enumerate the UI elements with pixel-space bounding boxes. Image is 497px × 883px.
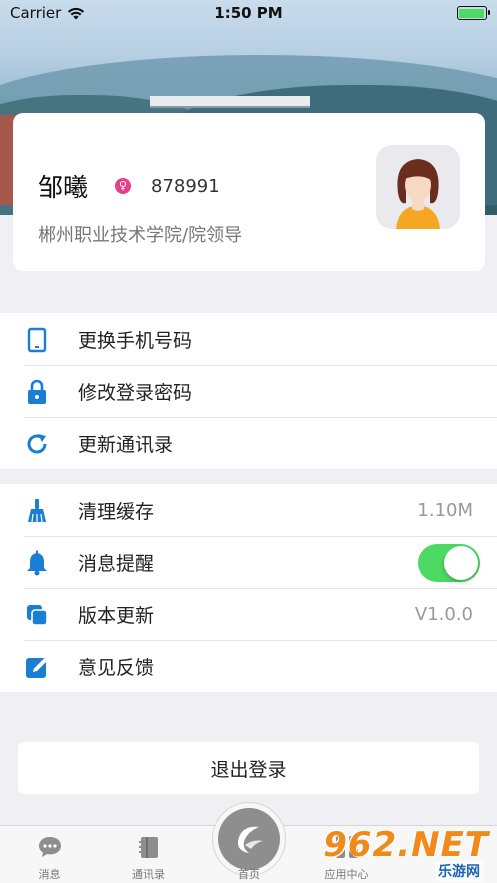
profile-card[interactable]: 邹曦 ♀ 878991 郴州职业技术学院/院领导 [13,113,485,271]
broom-icon [24,498,50,524]
update-contacts-label: 更新通讯录 [78,433,174,456]
female-gender-icon: ♀ [115,178,131,194]
tab-messages[interactable]: 消息 [0,826,99,883]
clock: 1:50 PM [214,4,283,22]
watermark-logo: 962.NET [323,825,489,865]
contacts-book-icon [137,835,161,859]
edit-icon [24,654,50,680]
update-contacts-row[interactable]: 更新通讯录 [0,417,497,469]
tab-contacts[interactable]: 通讯录 [99,826,198,883]
tab-home[interactable] [212,802,286,876]
tab-messages-label: 消息 [38,868,61,881]
tab-contacts-label: 通讯录 [132,868,165,881]
wifi-icon [68,7,85,19]
tab-home-label: 首页 [238,868,260,881]
phone-icon [24,327,50,353]
copy-icon [24,602,50,628]
refresh-icon [24,431,50,457]
watermark: 962.NET 乐游网 [323,825,489,881]
avatar[interactable] [376,145,460,229]
notifications-toggle[interactable] [418,544,480,582]
clear-cache-label: 清理缓存 [78,500,155,523]
feedback-label: 意见反馈 [78,656,155,679]
user-id: 878991 [151,176,220,197]
account-settings-group: 更换手机号码 修改登录密码 更新通讯录 [0,313,497,469]
status-bar: Carrier 1:50 PM [0,0,497,26]
watermark-subtitle: 乐游网 [435,861,483,881]
user-name: 邹曦 [38,173,89,202]
app-settings-group: 清理缓存 1.10M 消息提醒 版本更新 V1.0.0 意见反馈 [0,484,497,692]
female-avatar-icon [396,159,440,229]
change-password-row[interactable]: 修改登录密码 [0,365,497,417]
logout-button[interactable]: 退出登录 [18,742,479,794]
notifications-row: 消息提醒 [0,536,497,588]
bell-icon [24,550,50,576]
version-update-label: 版本更新 [78,604,155,627]
home-logo-icon [218,808,280,870]
notifications-label: 消息提醒 [78,552,155,575]
version-value: V1.0.0 [414,603,473,625]
chat-bubble-icon [38,835,62,859]
cache-size-value: 1.10M [417,499,473,521]
change-password-label: 修改登录密码 [78,381,193,404]
battery-icon [456,6,490,20]
feedback-row[interactable]: 意见反馈 [0,640,497,692]
change-phone-label: 更换手机号码 [78,329,193,352]
lock-icon [24,379,50,405]
carrier-label: Carrier [10,4,62,22]
clear-cache-row[interactable]: 清理缓存 1.10M [0,484,497,536]
change-phone-row[interactable]: 更换手机号码 [0,313,497,365]
version-update-row[interactable]: 版本更新 V1.0.0 [0,588,497,640]
user-organization: 郴州职业技术学院/院领导 [38,225,243,246]
